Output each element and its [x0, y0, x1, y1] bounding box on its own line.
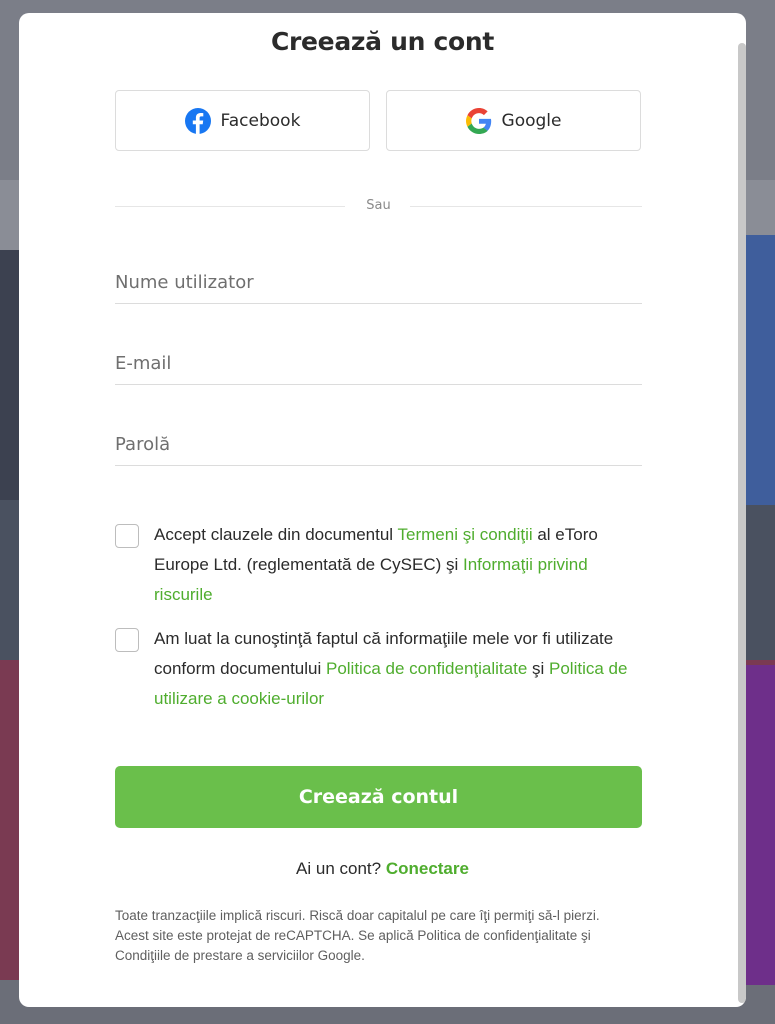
privacy-text: Am luat la cunoştinţă faptul că informaţ…	[154, 624, 644, 714]
terms-conditions-link[interactable]: Termeni şi condiţii	[398, 525, 533, 544]
username-field	[115, 263, 642, 304]
password-field	[115, 425, 642, 466]
email-input[interactable]	[115, 344, 642, 382]
modal-title: Creează un cont	[270, 27, 495, 56]
username-input[interactable]	[115, 263, 642, 301]
google-signup-button[interactable]: Google	[386, 90, 641, 151]
facebook-label: Facebook	[220, 110, 301, 131]
terms-checkbox[interactable]	[115, 524, 139, 548]
login-prompt: Ai un cont? Conectare	[19, 859, 746, 879]
create-account-button[interactable]: Creează contul	[115, 766, 642, 828]
login-prompt-text: Ai un cont?	[296, 859, 386, 878]
privacy-checkbox[interactable]	[115, 628, 139, 652]
terms-text: Accept clauzele din documentul Termeni ş…	[154, 520, 644, 610]
terms-text-part-1: Accept clauzele din documentul	[154, 525, 398, 544]
facebook-signup-button[interactable]: Facebook	[115, 90, 370, 151]
privacy-text-part-2: şi	[527, 659, 550, 678]
login-link[interactable]: Conectare	[386, 859, 469, 878]
facebook-icon	[184, 107, 211, 134]
risk-disclaimer: Toate tranzacţiile implică riscuri. Risc…	[115, 908, 600, 963]
privacy-policy-link[interactable]: Politica de confidenţialitate	[326, 659, 527, 678]
or-divider: Sau	[115, 198, 642, 214]
signup-modal: Creează un cont Facebook Google Sau Nume…	[19, 13, 746, 1007]
email-field	[115, 344, 642, 385]
password-input[interactable]	[115, 425, 642, 463]
google-icon	[465, 107, 492, 134]
google-label: Google	[501, 110, 562, 131]
